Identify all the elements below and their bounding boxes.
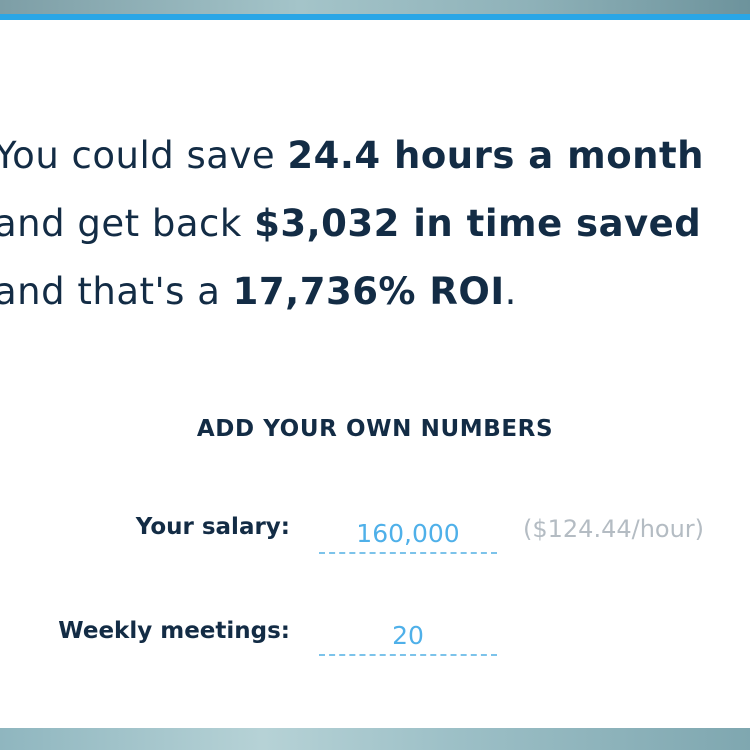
headline-line-roi: and that's a 17,736% ROI. — [0, 258, 704, 326]
meetings-label: Weekly meetings: — [58, 618, 290, 644]
hours-saved-value: 24.4 hours a month — [287, 134, 704, 177]
salary-input[interactable] — [319, 514, 497, 554]
headline-text: You could save — [0, 134, 288, 177]
background-bottom — [0, 728, 750, 750]
weekly-meetings-input[interactable] — [319, 616, 497, 656]
salary-label: Your salary: — [135, 514, 290, 540]
roi-value: 17,736% ROI — [232, 270, 505, 313]
section-title: ADD YOUR OWN NUMBERS — [196, 416, 554, 442]
savings-headline: You could save 24.4 hours a month and ge… — [0, 122, 704, 326]
headline-line-money: and get back $3,032 in time saved — [0, 190, 704, 258]
headline-text: and that's a — [0, 270, 233, 313]
money-saved-value: $3,032 in time saved — [254, 202, 702, 245]
background-top — [0, 0, 750, 14]
headline-line-hours: You could save 24.4 hours a month — [0, 122, 704, 190]
roi-calculator-card: You could save 24.4 hours a month and ge… — [0, 20, 750, 728]
headline-text: and get back — [0, 202, 255, 245]
hourly-rate-hint: ($124.44/hour) — [523, 515, 705, 543]
headline-period: . — [504, 270, 517, 313]
